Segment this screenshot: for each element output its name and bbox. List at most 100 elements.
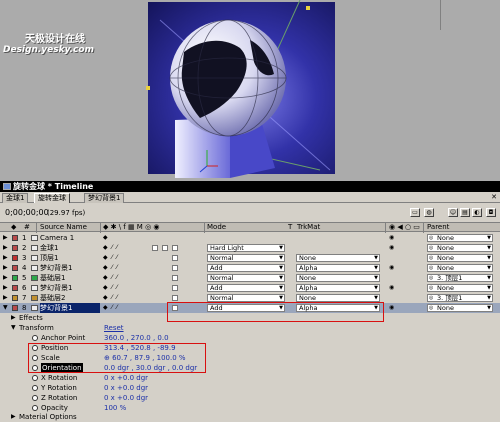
pickwhip-icon[interactable]: ◎ [429,245,433,252]
draft-3d-icon[interactable]: ◍ [424,208,434,217]
parent-select[interactable]: ◎ 3. 顶层1 ▼ [427,274,493,282]
pickwhip-icon[interactable]: ◎ [429,235,433,242]
label-color[interactable] [12,305,18,311]
pickwhip-icon[interactable]: ◎ [429,255,433,262]
frame-blend-icon[interactable]: ▤ [460,208,470,217]
property-y-rotation[interactable]: Y Rotation 0 x +0.0 dgr [0,383,500,393]
layer-row[interactable]: ▶ 3 顶层1 ◆ ⁄ ⁄ Normal ▼ None ▼ ◎ None ▼ [0,253,500,263]
layer-name[interactable]: 梦幻背景1 [40,263,100,273]
label-color[interactable] [12,235,18,241]
layer-switches[interactable]: ◆ ⁄ ⁄ [103,304,118,312]
layer-name[interactable]: 顶层1 [40,253,100,263]
3d-layer-checkbox[interactable] [172,245,178,251]
stopwatch-icon[interactable] [32,385,38,391]
layer-switches[interactable]: ◆ ⁄ ⁄ [103,274,118,282]
trkmat-select[interactable]: None ▼ [296,274,380,282]
parent-select[interactable]: ◎ 3. 顶层1 ▼ [427,294,493,302]
stopwatch-icon[interactable] [32,375,38,381]
mode-select[interactable]: Hard Light ▼ [207,244,285,252]
trkmat-select[interactable]: None ▼ [296,254,380,262]
mode-select[interactable]: Normal ▼ [207,274,285,282]
label-color[interactable] [12,245,18,251]
effects-group[interactable]: ▶ Effects [0,313,500,323]
3d-layer-checkbox[interactable] [172,265,178,271]
av-switches[interactable]: ◉ [389,264,419,272]
parent-select[interactable]: ◎ None ▼ [427,284,493,292]
stopwatch-icon[interactable] [32,335,38,341]
label-color[interactable] [12,265,18,271]
av-switches[interactable]: ◉ [389,284,419,292]
pickwhip-icon[interactable]: ◎ [429,265,433,272]
parent-select[interactable]: ◎ None ▼ [427,264,493,272]
property-value[interactable]: 360.0 , 270.0 , 0.0 [104,333,169,343]
layer-switches[interactable]: ◆ ⁄ ⁄ [103,264,118,272]
parent-select[interactable]: ◎ None ▼ [427,244,493,252]
number-column-header[interactable]: # [24,223,30,232]
motion-blur-icon[interactable]: ◐ [472,208,482,217]
pickwhip-icon[interactable]: ◎ [429,305,433,312]
reset-link[interactable]: Reset [104,323,124,333]
layer-row[interactable]: ▶ 2 金球1 ◆ ⁄ ⁄ Hard Light ▼ ◉ ◎ None ▼ [0,243,500,253]
expand-arrow-icon[interactable]: ▶ [3,264,8,271]
motion-blur-checkbox[interactable] [152,245,158,251]
collapse-arrow-icon[interactable]: ▼ [3,304,8,311]
transform-group[interactable]: ▼ Transform Reset [0,323,500,333]
av-switches[interactable]: ◉ [389,234,419,242]
property-value[interactable]: 0 x +0.0 dgr [104,393,148,403]
comp-marker-icon[interactable]: ▭ [410,208,420,217]
adjustment-checkbox[interactable] [162,245,168,251]
tab-rotating-globe[interactable]: 旋转金球 [34,193,70,203]
pickwhip-icon[interactable]: ◎ [429,275,433,282]
layer-name[interactable]: Camera 1 [40,233,100,243]
stopwatch-icon[interactable] [32,395,38,401]
label-color[interactable] [12,275,18,281]
pickwhip-icon[interactable]: ◎ [429,295,433,302]
expand-arrow-icon[interactable]: ▶ [3,274,8,281]
mode-select[interactable]: Add ▼ [207,284,285,292]
3d-layer-checkbox[interactable] [172,295,178,301]
3d-layer-checkbox[interactable] [172,255,178,261]
tab-jinqiu1[interactable]: 金球1 [2,193,29,203]
trkmat-select[interactable]: Alpha ▼ [296,284,380,292]
label-color[interactable] [12,295,18,301]
layer-switches[interactable]: ◆ ⁄ ⁄ [103,284,118,292]
trkmat-select[interactable]: None ▼ [296,294,380,302]
expand-arrow-icon[interactable]: ▶ [11,413,16,420]
mode-select[interactable]: Normal ▼ [207,254,285,262]
switches-header[interactable]: ◆ ✱ \ f ▦ M ◎ ◉ [103,223,160,232]
3d-layer-checkbox[interactable] [172,285,178,291]
tab-dream-bg1[interactable]: 梦幻背景1 [84,193,125,203]
av-switches[interactable]: ◉ [389,244,419,252]
layer-row[interactable]: ▶ 5 基础层1 ◆ ⁄ ⁄ Normal ▼ None ▼ ◎ 3. 顶层1 ▼ [0,273,500,283]
expand-arrow-icon[interactable]: ▶ [3,254,8,261]
layer-name[interactable]: 梦幻背景1 [40,303,100,313]
parent-select[interactable]: ◎ None ▼ [427,234,493,242]
shy-icon[interactable]: ☺ [448,208,458,217]
3d-layer-checkbox[interactable] [172,275,178,281]
property-x-rotation[interactable]: X Rotation 0 x +0.0 dgr [0,373,500,383]
material-options-group[interactable]: ▶ Material Options [0,412,500,422]
collapse-arrow-icon[interactable]: ▼ [11,324,16,331]
trkmat-select[interactable]: Alpha ▼ [296,264,380,272]
av-switches[interactable]: ◉ [389,304,419,312]
expand-arrow-icon[interactable]: ▶ [3,234,8,241]
layer-name[interactable]: 金球1 [40,243,100,253]
layer-name[interactable]: 梦幻背景1 [40,283,100,293]
property-value[interactable]: 0 x +0.0 dgr [104,373,148,383]
parent-select[interactable]: ◎ None ▼ [427,304,493,312]
composition-viewer[interactable]: 天极设计在线 Design.yesky.com [0,0,500,181]
parent-header[interactable]: Parent [427,223,449,232]
expand-arrow-icon[interactable]: ▶ [3,244,8,251]
layer-name[interactable]: 基础层2 [40,293,100,303]
layer-row[interactable]: ▶ 4 梦幻背景1 ◆ ⁄ ⁄ Add ▼ Alpha ▼ ◉ ◎ None ▼ [0,263,500,273]
graph-icon[interactable]: ◘ [486,208,496,217]
layer-row[interactable]: ▶ 1 Camera 1 ◆ ◉ ◎ None ▼ [0,233,500,243]
trkmat-header[interactable]: TrkMat [297,223,320,232]
property-anchor-point[interactable]: Anchor Point 360.0 , 270.0 , 0.0 [0,333,500,343]
expand-arrow-icon[interactable]: ▶ [3,294,8,301]
pickwhip-icon[interactable]: ◎ [429,285,433,292]
current-time[interactable]: 0;00;00;00 [5,208,49,217]
source-name-header[interactable]: Source Name [40,223,87,232]
parent-select[interactable]: ◎ None ▼ [427,254,493,262]
label-color[interactable] [12,285,18,291]
